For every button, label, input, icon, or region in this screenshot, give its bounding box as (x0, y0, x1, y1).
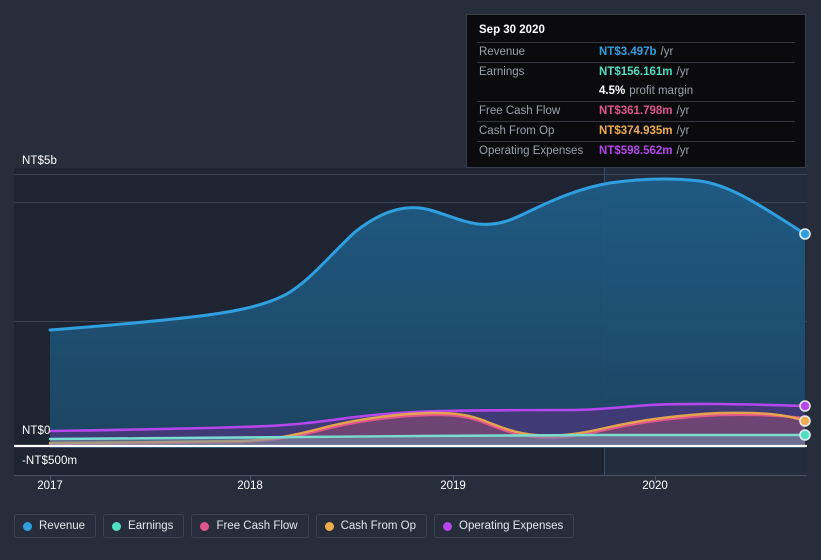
tooltip-row-operating-expenses: Operating Expenses NT$598.562m /yr (477, 141, 795, 161)
tooltip-suffix-earnings: /yr (676, 66, 690, 78)
tooltip-suffix-revenue: /yr (660, 46, 674, 58)
tooltip-row-profit-margin: 4.5% profit margin (477, 82, 795, 101)
x-axis-label-2017: 2017 (37, 480, 63, 492)
legend-label-cash-from-op: Cash From Op (340, 520, 417, 532)
legend-dot-cash-from-op-icon (324, 521, 334, 531)
legend-label-free-cash-flow: Free Cash Flow (216, 520, 298, 532)
legend-label-earnings: Earnings (128, 520, 174, 532)
legend-label-revenue: Revenue (39, 520, 86, 532)
legend-item-cash-from-op[interactable]: Cash From Op (315, 514, 428, 538)
y-axis-label-zero: NT$0 (22, 425, 51, 437)
tooltip-row-free-cash-flow: Free Cash Flow NT$361.798m /yr (477, 101, 795, 121)
chart-legend: Revenue Earnings Free Cash Flow Cash Fro… (14, 514, 575, 538)
tooltip-suffix-profit-margin: profit margin (629, 85, 694, 97)
tooltip-row-revenue: Revenue NT$3.497b /yr (477, 42, 795, 62)
tooltip-suffix-operating-expenses: /yr (676, 145, 690, 157)
endpoint-marker-cfo (799, 415, 811, 427)
tooltip-label-free-cash-flow: Free Cash Flow (479, 105, 561, 117)
tooltip-value-earnings: NT$156.161m (599, 66, 673, 78)
tooltip-label-operating-expenses: Operating Expenses (479, 145, 584, 157)
legend-dot-free-cash-flow-icon (200, 521, 210, 531)
tooltip-value-cash-from-op: NT$374.935m (599, 125, 673, 137)
legend-dot-earnings-icon (112, 521, 122, 531)
tooltip-label-revenue: Revenue (479, 46, 526, 58)
y-axis-label-top: NT$5b (22, 155, 58, 167)
tooltip-row-earnings: Earnings NT$156.161m /yr (477, 62, 795, 82)
legend-item-earnings[interactable]: Earnings (103, 514, 185, 538)
tooltip-date: Sep 30 2020 (479, 24, 545, 36)
legend-dot-revenue-icon (23, 521, 32, 531)
tooltip-row-cash-from-op: Cash From Op NT$374.935m /yr (477, 121, 795, 141)
tooltip-value-free-cash-flow: NT$361.798m (599, 105, 673, 117)
legend-dot-operating-expenses-icon (443, 521, 453, 531)
endpoint-marker-revenue (799, 228, 811, 240)
tooltip-suffix-free-cash-flow: /yr (676, 105, 690, 117)
x-axis-label-2018: 2018 (237, 480, 263, 492)
endpoint-marker-earnings (799, 429, 811, 441)
legend-label-operating-expenses: Operating Expenses (459, 520, 564, 532)
x-axis-label-2019: 2019 (440, 480, 466, 492)
tooltip-value-revenue: NT$3.497b (599, 46, 657, 58)
legend-item-operating-expenses[interactable]: Operating Expenses (434, 514, 575, 538)
legend-item-free-cash-flow[interactable]: Free Cash Flow (191, 514, 309, 538)
y-axis-label-bottom: -NT$500m (22, 455, 78, 467)
tooltip-label-cash-from-op: Cash From Op (479, 125, 555, 137)
chart-tooltip: Sep 30 2020 Revenue NT$3.497b /yr Earnin… (466, 14, 806, 168)
tooltip-value-operating-expenses: NT$598.562m (599, 145, 673, 157)
tooltip-value-profit-margin: 4.5% (599, 85, 626, 97)
endpoint-marker-opex (799, 400, 811, 412)
financial-area-chart: NT$5b NT$0 -NT$500m 2017 2018 2019 2020 … (0, 0, 821, 560)
tooltip-suffix-cash-from-op: /yr (676, 125, 690, 137)
legend-item-revenue[interactable]: Revenue (14, 514, 97, 538)
tooltip-label-earnings: Earnings (479, 66, 525, 78)
x-axis-label-2020: 2020 (642, 480, 668, 492)
